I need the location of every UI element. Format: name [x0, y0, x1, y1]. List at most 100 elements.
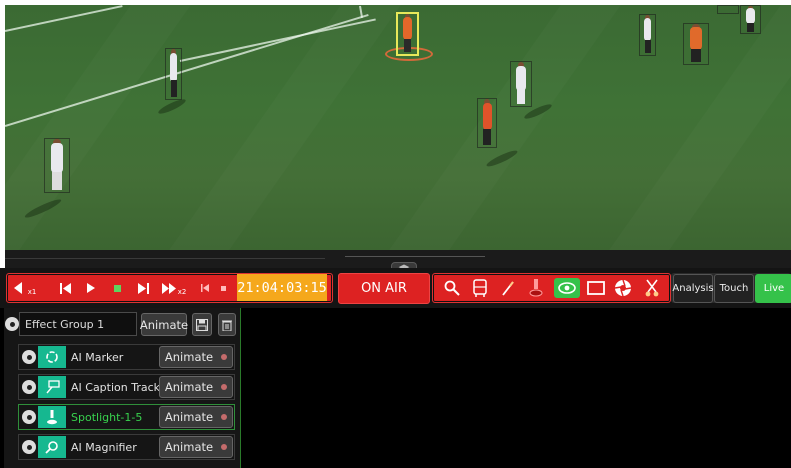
effect-visibility-eye-icon[interactable] — [22, 440, 36, 454]
effect-row-spotlight[interactable]: Spotlight-1-5 Animate — [18, 404, 235, 430]
player-body — [402, 17, 413, 40]
ai-caption-track-icon — [38, 376, 66, 398]
tracked-player[interactable] — [44, 138, 70, 193]
rewind-x1-button[interactable]: x1 — [9, 274, 41, 302]
tracked-player[interactable] — [639, 14, 656, 56]
skip-to-start-icon — [201, 284, 209, 292]
delete-group-button[interactable] — [218, 313, 236, 336]
magnifier-tool[interactable] — [439, 273, 465, 302]
fast-forward-x2-icon — [161, 282, 176, 294]
trash-icon — [222, 320, 232, 331]
effect-visibility-eye-icon[interactable] — [22, 350, 36, 364]
effect-animate-button[interactable]: Animate — [159, 406, 233, 428]
effect-group-name-field[interactable]: Effect Group 1 — [19, 312, 137, 336]
group-visibility-eye-icon[interactable] — [5, 317, 19, 331]
record-dot-icon — [221, 414, 228, 420]
eye-icon — [558, 282, 576, 294]
animate-label: Animate — [164, 350, 214, 364]
spotlight-icon — [38, 406, 66, 428]
save-icon — [196, 318, 208, 331]
scissors-icon — [645, 279, 659, 296]
animate-label: Animate — [164, 410, 214, 424]
pen-tool[interactable] — [495, 273, 521, 302]
player-legs — [691, 48, 701, 63]
caption-bus-icon — [473, 278, 487, 297]
next-frame-icon — [137, 282, 149, 294]
effect-label: AI Caption Track — [71, 381, 161, 394]
live-mode-button[interactable]: Live — [755, 274, 791, 303]
player-legs — [746, 22, 755, 32]
effect-animate-button[interactable]: Animate — [159, 436, 233, 458]
pen-icon — [502, 280, 514, 296]
ai-magnifier-icon — [38, 436, 66, 458]
record-dot-icon — [221, 354, 228, 360]
effect-label: Spotlight-1-5 — [71, 411, 143, 424]
pitch-line — [5, 5, 123, 32]
player-legs — [403, 38, 412, 53]
spotlight-tool[interactable] — [523, 273, 549, 302]
prev-frame-button[interactable] — [55, 274, 75, 302]
spotlight-icon — [529, 278, 543, 296]
timecode-display[interactable]: 21:04:03:15 — [237, 274, 327, 301]
player-body — [643, 18, 652, 41]
skip-to-start-button[interactable] — [197, 274, 213, 302]
player-body — [516, 65, 526, 91]
player-body — [51, 143, 63, 174]
small-stop-button[interactable] — [215, 274, 231, 302]
effect-visibility-eye-icon[interactable] — [22, 410, 36, 424]
eye-tool[interactable] — [554, 278, 580, 298]
on-air-button[interactable]: ON AIR — [338, 273, 430, 304]
tracked-player[interactable] — [477, 98, 497, 148]
rewind-speed-label: x1 — [27, 288, 37, 296]
tracked-player[interactable] — [510, 61, 532, 107]
tracked-player[interactable] — [717, 5, 739, 14]
player-body — [690, 27, 702, 50]
rectangle-tool[interactable] — [583, 273, 609, 302]
effect-row-ai-magnifier[interactable]: AI Magnifier Animate — [18, 434, 235, 460]
save-group-button[interactable] — [192, 313, 212, 336]
tracked-player[interactable] — [165, 48, 182, 100]
animate-label: Animate — [164, 440, 214, 454]
group-animate-button[interactable]: Animate — [140, 313, 188, 336]
stop-button[interactable] — [107, 274, 127, 302]
effect-animate-button[interactable]: Animate — [159, 376, 233, 398]
player-legs — [170, 80, 177, 97]
touch-mode-button[interactable]: Touch — [714, 274, 754, 303]
player-legs — [517, 89, 525, 105]
prev-frame-icon — [59, 282, 71, 294]
player-legs — [52, 171, 62, 190]
video-preview[interactable] — [5, 5, 791, 250]
aperture-icon — [614, 279, 632, 296]
pitch-stripe — [389, 5, 621, 250]
record-dot-icon — [221, 444, 228, 450]
next-frame-button[interactable] — [133, 274, 153, 302]
fast-forward-x2-button[interactable]: x2 — [157, 274, 191, 302]
play-button[interactable] — [81, 274, 101, 302]
player-body — [745, 8, 756, 24]
effect-animate-button[interactable]: Animate — [159, 346, 233, 368]
pitch-stripe — [169, 5, 401, 250]
aperture-tool[interactable] — [610, 273, 636, 302]
animate-label: Animate — [164, 380, 214, 394]
ai-marker-icon — [38, 346, 66, 368]
caption-tool[interactable] — [467, 273, 493, 302]
tracked-player[interactable] — [683, 23, 709, 65]
player-body — [169, 53, 178, 82]
small-stop-icon — [220, 285, 226, 291]
scissors-tool[interactable] — [639, 273, 665, 302]
play-icon — [87, 283, 95, 293]
divider-line — [345, 256, 485, 257]
effect-row-ai-caption-track[interactable]: AI Caption Track Animate — [18, 374, 235, 400]
record-dot-icon — [221, 384, 228, 390]
effect-visibility-eye-icon[interactable] — [22, 380, 36, 394]
selected-player[interactable] — [396, 12, 419, 56]
tracked-player[interactable] — [740, 5, 761, 34]
rewind-x1-icon — [13, 282, 22, 294]
player-body — [482, 102, 492, 131]
player-legs — [644, 39, 651, 54]
divider-line — [5, 258, 325, 259]
effect-label: AI Magnifier — [71, 441, 137, 454]
effect-row-ai-marker[interactable]: AI Marker Animate — [18, 344, 235, 370]
magnifier-icon — [444, 280, 460, 296]
analysis-mode-button[interactable]: Analysis — [672, 274, 714, 303]
